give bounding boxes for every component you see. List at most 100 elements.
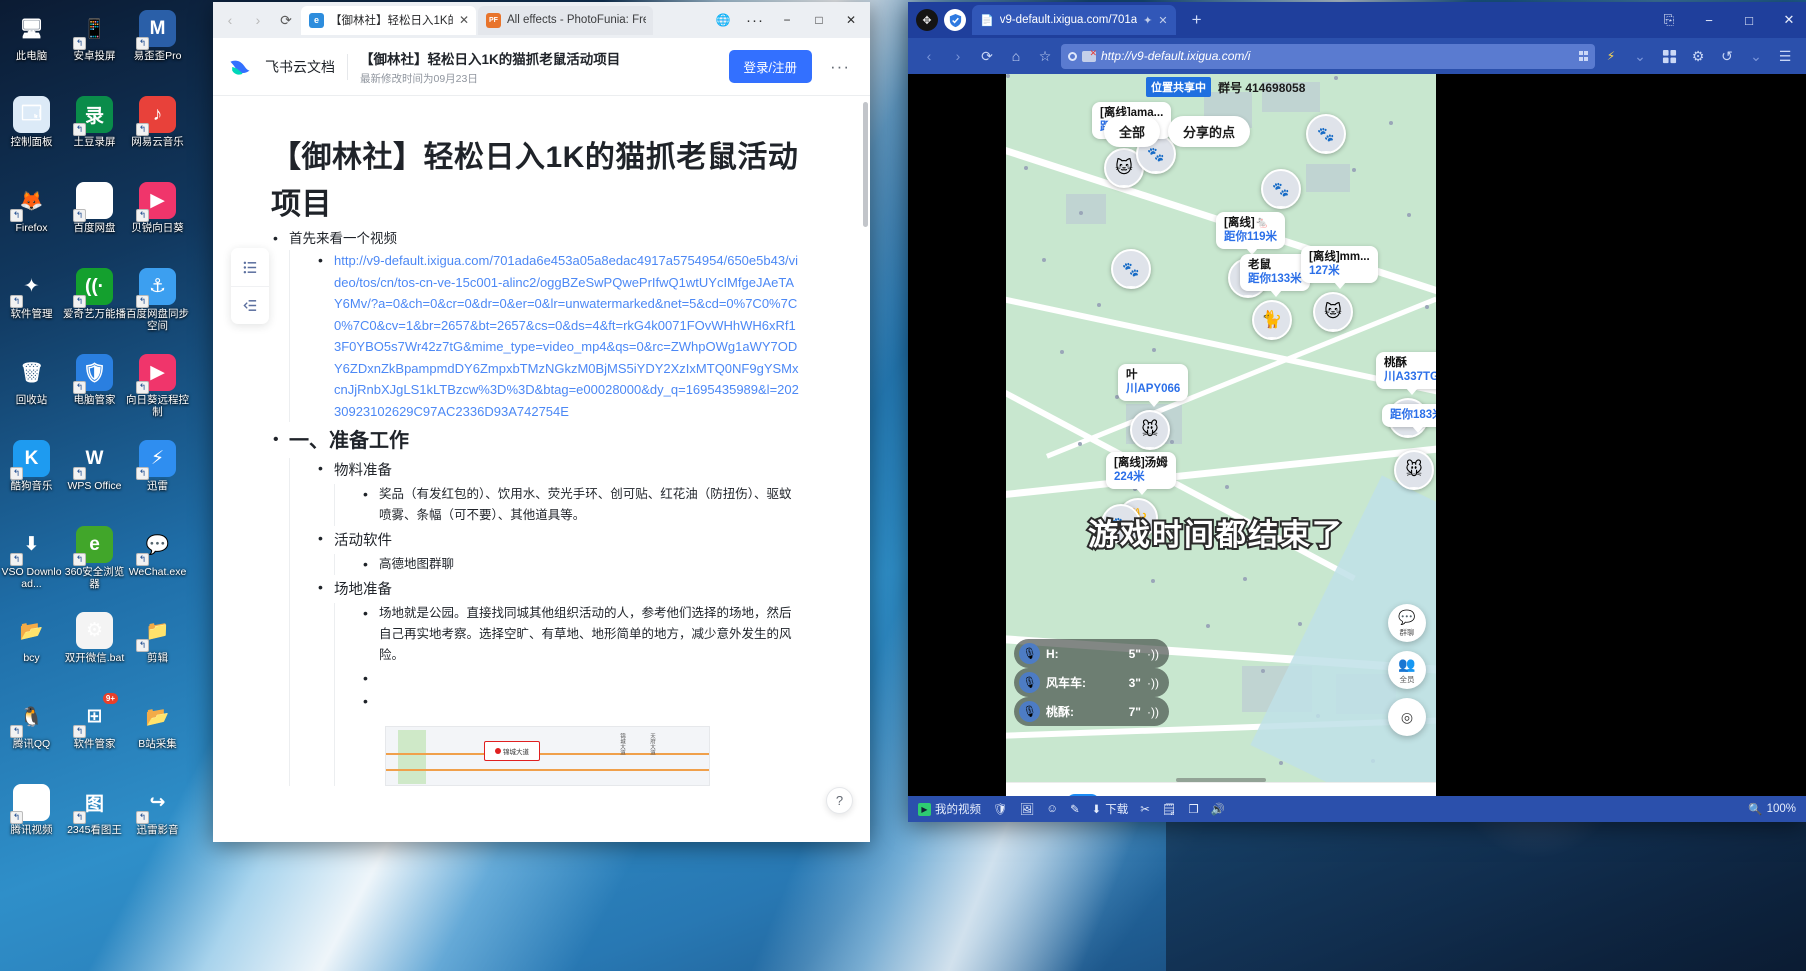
map-player-avatar[interactable]: 🐭: [1130, 410, 1170, 450]
header-more-icon[interactable]: ···: [824, 57, 856, 77]
emoji-icon[interactable]: ☺: [1046, 803, 1058, 815]
chevron-down-icon[interactable]: ⌄: [1627, 43, 1653, 69]
outline-toolbar[interactable]: [231, 248, 269, 324]
document-scrollbar[interactable]: [862, 96, 869, 842]
tab-close-icon[interactable]: ✕: [1158, 14, 1167, 27]
back-button[interactable]: ‹: [217, 7, 243, 33]
desktop-icon-vso-downloader[interactable]: ⬇ ↰ VSO Download...: [0, 520, 63, 606]
globe-icon[interactable]: 🌐: [708, 5, 738, 35]
desktop-icon-tencent-video[interactable]: ▷ ↰ 腾讯视频: [0, 778, 63, 864]
desktop-icon-wps-office[interactable]: W ↰ WPS Office: [63, 434, 126, 520]
desktop-icon-bcy-folder[interactable]: 📂 bcy: [0, 606, 63, 692]
desktop-icon-iqiyi-player[interactable]: ((· ↰ 爱奇艺万能播: [63, 262, 126, 348]
desktop-icon-sunflower[interactable]: ▶ ↰ 贝锐向日葵: [126, 176, 189, 262]
desktop-icon-sunflower-remote[interactable]: ▶ ↰ 向日葵远程控制: [126, 348, 189, 434]
lightning-icon[interactable]: ⚡: [1598, 43, 1624, 69]
desktop-icon-recycle-bin[interactable]: 🗑 回收站: [0, 348, 63, 434]
minimize-button[interactable]: −: [772, 5, 802, 35]
tab-feishu-doc[interactable]: e 【御林社】轻松日入1K的猫抓 ✕: [301, 5, 476, 35]
chip-all[interactable]: 全部: [1104, 116, 1161, 147]
tab-ixigua-video[interactable]: 📄 v9-default.ixigua.com/701a ✦ ✕: [972, 5, 1176, 35]
desktop-icon-kugou-music[interactable]: K ↰ 酷狗音乐: [0, 434, 63, 520]
window-icon[interactable]: ❐: [1189, 802, 1199, 816]
location-share-toggle-group[interactable]: 位置共享: [1014, 793, 1101, 796]
forward-button[interactable]: ›: [945, 43, 971, 69]
reload-button[interactable]: ⟳: [273, 7, 299, 33]
qr-code-icon[interactable]: [1578, 51, 1588, 61]
desktop-icon-wechat[interactable]: 💬 ↰ WeChat.exe: [126, 520, 189, 606]
voice-message-row[interactable]: 🎙 风车车: 3" ·)): [1014, 668, 1169, 697]
my-video-button[interactable]: ▶ 我的视频: [918, 801, 981, 817]
desktop-icon-baidu-sync[interactable]: ⚓ ↰ 百度网盘同步空间: [126, 262, 189, 348]
maximize-button[interactable]: □: [804, 5, 834, 35]
desktop-icon-thunder-player[interactable]: ↪ ↰ 迅雷影音: [126, 778, 189, 864]
sound-icon[interactable]: 🔊: [1211, 802, 1225, 816]
voice-message-row[interactable]: 🎙 桃酥: 7" ·)): [1014, 697, 1169, 726]
desktop-icon-360-browser[interactable]: e ↰ 360安全浏览器: [63, 520, 126, 606]
help-button[interactable]: ?: [826, 787, 853, 814]
new-tab-button[interactable]: +: [1182, 10, 1212, 30]
map-player-avatar[interactable]: 🐈: [1252, 300, 1292, 340]
gear-icon[interactable]: ⚙: [1685, 43, 1711, 69]
map-marker-bubble[interactable]: [离线]mm... 127米: [1301, 246, 1378, 289]
tab-photofunia[interactable]: PF All effects - PhotoFunia: Free pic: [478, 5, 653, 35]
home-button[interactable]: ⌂: [1003, 43, 1029, 69]
back-button[interactable]: ‹: [916, 43, 942, 69]
document-browser-window[interactable]: ‹ › ⟳ e 【御林社】轻松日入1K的猫抓 ✕ PF All effects …: [213, 2, 870, 842]
mark-location-button[interactable]: 📍 标记位置: [1110, 794, 1177, 797]
desktop-icon-control-panel[interactable]: 🗔 控制面板: [0, 90, 63, 176]
login-register-button[interactable]: 登录/注册: [728, 50, 813, 83]
map-player-avatar[interactable]: 🐾: [1306, 114, 1346, 154]
image-icon[interactable]: 🖼: [1020, 802, 1035, 816]
download-button[interactable]: ⬇ 下载: [1092, 801, 1129, 817]
phone-mirror-viewport[interactable]: 位置共享中 群号 414698058 全部 分享的点 [离线]ama...距你1…: [908, 74, 1806, 796]
desktop-icon-yiwaiwai[interactable]: M ↰ 易歪歪Pro: [126, 4, 189, 90]
desktop-icon-tencent-qq[interactable]: 🐧 ↰ 腾讯QQ: [0, 692, 63, 778]
map-marker-bubble[interactable]: [离线]🐁 距你119米: [1216, 212, 1286, 255]
map-screenshot-image[interactable]: 锦城大道 锦城大道 天府大道: [385, 726, 710, 786]
desktop-icon-android-cast[interactable]: 📱 ↰ 安卓投屏: [63, 4, 126, 90]
phone-screen[interactable]: 位置共享中 群号 414698058 全部 分享的点 [离线]ama...距你1…: [1006, 74, 1436, 796]
record-footprint-button[interactable]: 👣 记录足迹: [1259, 794, 1326, 797]
desktop-icon-netease-music[interactable]: ♪ ↰ 网易云音乐: [126, 90, 189, 176]
desktop-icon-thunder[interactable]: ⚡ ↰ 迅雷: [126, 434, 189, 520]
desktop-icon-tudou-record[interactable]: 录 ↰ 土豆录屏: [63, 90, 126, 176]
map-marker-bubble[interactable]: [离线]汤姆 224米: [1106, 452, 1176, 495]
security-shield-icon[interactable]: [944, 9, 966, 31]
map-player-avatar[interactable]: 🐾: [1111, 249, 1151, 289]
desktop-icon-folder[interactable]: 📁 ↰ 剪辑: [126, 606, 189, 692]
shield-icon[interactable]: 🛡: [993, 802, 1008, 816]
map-player-avatar[interactable]: 🐱: [1313, 292, 1353, 332]
outline-indent-icon[interactable]: [231, 286, 269, 324]
tab-close-icon[interactable]: ✕: [459, 13, 469, 27]
close-button[interactable]: ✕: [836, 5, 866, 35]
apps-grid-icon[interactable]: [1656, 43, 1682, 69]
tab-mute-icon[interactable]: ✦: [1143, 14, 1152, 27]
desktop-icon-batch-script[interactable]: ⚙ 双开微信.bat: [63, 606, 126, 692]
forward-button[interactable]: ›: [245, 7, 271, 33]
reload-button[interactable]: ⟳: [974, 43, 1000, 69]
maximize-button[interactable]: □: [1732, 3, 1766, 37]
scrollbar-thumb[interactable]: [863, 102, 868, 227]
desktop-icon-software-butler[interactable]: ⊞ ↰ 9+ 软件管家: [63, 692, 126, 778]
note-icon[interactable]: 🗒: [1162, 802, 1177, 816]
hamburger-menu-icon[interactable]: ☰: [1772, 43, 1798, 69]
bullet-list-icon[interactable]: [231, 248, 269, 286]
close-button[interactable]: ✕: [1772, 3, 1806, 37]
desktop-icon-bilibili-collect-folder[interactable]: 📂 B站采集: [126, 692, 189, 778]
address-bar[interactable]: http://v9-default.ixigua.com/i: [1061, 43, 1595, 69]
map-player-avatar[interactable]: 🐭: [1394, 450, 1434, 490]
zoom-control[interactable]: 🔍 100%: [1748, 802, 1796, 816]
desktop-icon-baidu-netdisk[interactable]: ☁ ↰ 百度网盘: [63, 176, 126, 262]
desktop-icon-2345-image-viewer[interactable]: 图 ↰ 2345看图王: [63, 778, 126, 864]
map-player-avatar[interactable]: 🐾: [1261, 169, 1301, 209]
phone-mirror-browser-window[interactable]: ✥ 📄 v9-default.ixigua.com/701a ✦ ✕ + ⎘ −…: [908, 2, 1806, 822]
chevron-down-icon-2[interactable]: ⌄: [1743, 43, 1769, 69]
desktop-icon-firefox[interactable]: 🦊 ↰ Firefox: [0, 176, 63, 262]
members-icon[interactable]: 👥 全员: [1388, 651, 1426, 689]
map-marker-bubble[interactable]: 老鼠 距你133米: [1240, 254, 1310, 297]
map-marker-bubble[interactable]: 距你183米: [1382, 404, 1436, 433]
favorite-button[interactable]: ☆: [1032, 43, 1058, 69]
minimize-button[interactable]: −: [1692, 3, 1726, 37]
more-icon[interactable]: ···: [740, 5, 770, 35]
